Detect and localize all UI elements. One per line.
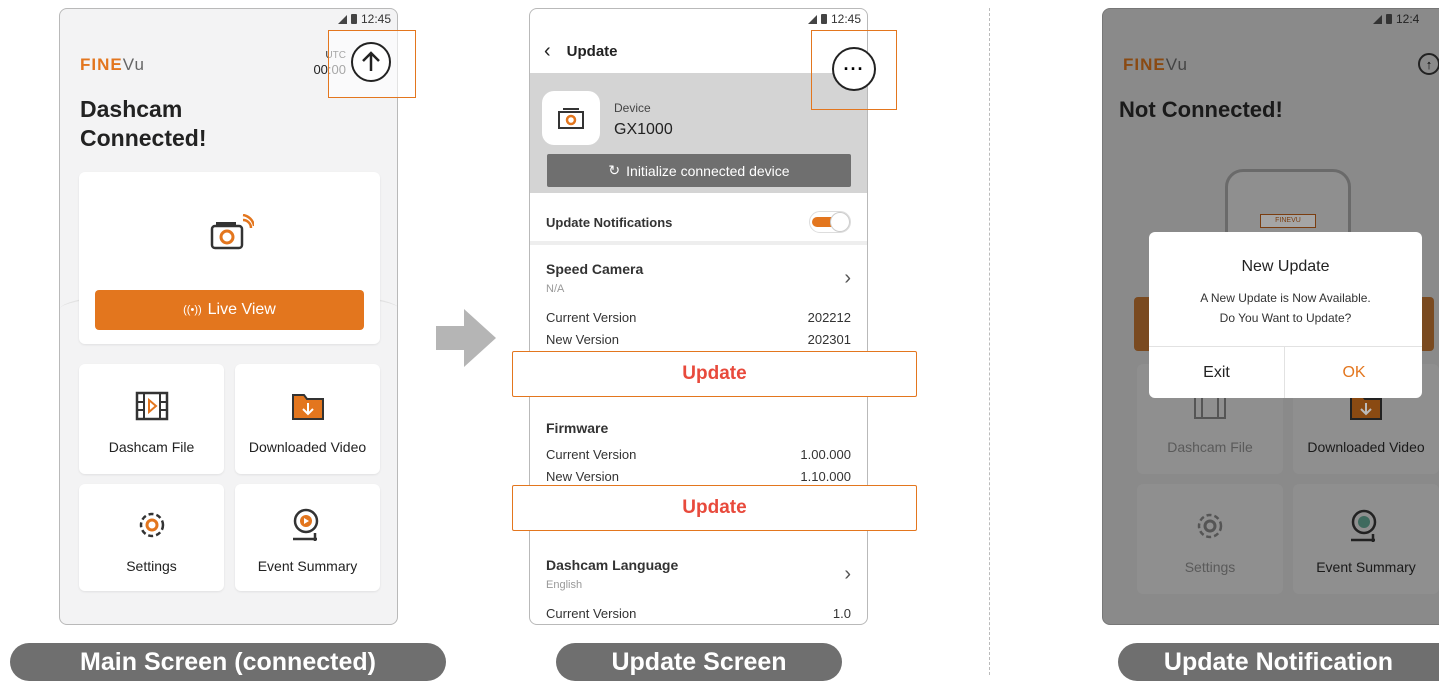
broadcast-icon: ((•)) [183, 304, 202, 316]
event-summary-tile: Event Summary [1293, 484, 1439, 594]
caption-main-screen: Main Screen (connected) [10, 643, 446, 681]
settings-tile: Settings [1137, 484, 1283, 594]
panel-divider [989, 8, 990, 675]
downloaded-video-tile[interactable]: Downloaded Video [235, 364, 380, 474]
battery-icon [820, 14, 827, 24]
device-label: Device [614, 101, 651, 115]
device-name: GX1000 [614, 121, 673, 138]
status-time: 12:45 [830, 12, 861, 26]
battery-icon [1386, 14, 1392, 24]
status-bar: 12:4 [1103, 9, 1439, 29]
caption-update-screen: Update Screen [556, 643, 842, 681]
finevu-logo: FINEVu [80, 55, 145, 74]
ellipsis-icon: ··· [843, 58, 865, 79]
dashcam-file-tile[interactable]: Dashcam File [79, 364, 224, 474]
dialog-message-line2: Do You Want to Update? [1219, 311, 1352, 325]
event-summary-tile[interactable]: Event Summary [235, 484, 380, 591]
download-folder-icon [291, 383, 325, 429]
live-view-card: ((•)) Live View [79, 172, 380, 344]
event-play-icon [289, 502, 327, 548]
dialog-message-line1: A New Update is Now Available. [1200, 291, 1371, 305]
page-title: Not Connected! [1119, 97, 1283, 122]
finevu-logo: FINEVu [1123, 55, 1188, 74]
section-divider [530, 241, 867, 245]
tile-label: Dashcam File [1167, 439, 1253, 455]
event-play-icon [1347, 503, 1385, 549]
speed-camera-new: New Version 202301 [546, 332, 851, 347]
speed-camera-current: Current Version 202212 [546, 310, 851, 325]
tile-label: Downloaded Video [1307, 439, 1425, 455]
speed-camera-sub: N/A [546, 283, 565, 295]
live-view-button[interactable]: ((•)) Live View [95, 290, 364, 330]
gear-icon [135, 502, 169, 548]
arrow-up-icon [362, 51, 380, 71]
firmware-update-button[interactable]: Update [512, 485, 917, 531]
signal-icon [1373, 14, 1382, 24]
caption-update-notification: Update Notification [1118, 643, 1439, 681]
firmware-current: Current Version 1.00.000 [546, 447, 851, 462]
signal-icon [337, 14, 347, 24]
upload-arrow-icon[interactable]: ↑ [1418, 53, 1439, 75]
screen-title: Update [566, 42, 618, 60]
firmware-new: New Version 1.10.000 [546, 469, 851, 484]
next-arrow-icon [436, 309, 496, 367]
tile-label: Event Summary [257, 557, 358, 574]
tile-label: Downloaded Video [248, 439, 367, 455]
dashcam-camera-icon [206, 213, 255, 257]
tile-label: Event Summary [1316, 559, 1416, 575]
language-current: Current Version 1.0 [546, 606, 851, 621]
update-notifications-row: Update Notifications [530, 211, 867, 233]
license-plate: FINEVU [1260, 214, 1316, 228]
status-bar: 12:45 [530, 9, 867, 29]
firmware-label: Firmware [546, 420, 609, 436]
gear-icon [1193, 503, 1227, 549]
settings-tile[interactable]: Settings [79, 484, 224, 591]
device-icon [542, 91, 600, 145]
ok-button[interactable]: OK [1286, 347, 1422, 398]
live-view-label: Live View [207, 301, 276, 318]
upload-arrow-button[interactable] [351, 42, 391, 82]
main-screen-phone: 12:45 FINEVu UTC 00:00 Dashcam Connected… [59, 8, 398, 625]
notification-screen-phone: 12:4 FINEVu ↑ Not Connected! FINEVU Dash… [1102, 8, 1439, 625]
tile-label: Dashcam File [108, 439, 195, 455]
more-options-button[interactable]: ··· [832, 47, 876, 91]
tile-label: Settings [1184, 559, 1236, 575]
status-time: 12:45 [360, 12, 391, 26]
status-bar: 12:45 [60, 9, 397, 29]
back-button[interactable]: ‹ [544, 40, 551, 63]
exit-button[interactable]: Exit [1149, 347, 1285, 398]
update-dialog: New Update A New Update is Now Available… [1149, 232, 1422, 398]
refresh-icon: ↻ [608, 162, 621, 178]
initialize-device-button[interactable]: ↻ Initialize connected device [547, 154, 851, 187]
page-title: Dashcam Connected! [80, 96, 207, 151]
dialog-title: New Update [1241, 258, 1330, 275]
speed-camera-update-button[interactable]: Update [512, 351, 917, 397]
tile-label: Settings [126, 557, 177, 574]
status-time: 12:4 [1396, 12, 1420, 26]
film-icon [135, 383, 169, 429]
language-sub: English [546, 579, 583, 591]
signal-icon [807, 14, 817, 24]
notifications-toggle[interactable] [809, 211, 851, 233]
battery-icon [350, 14, 357, 24]
